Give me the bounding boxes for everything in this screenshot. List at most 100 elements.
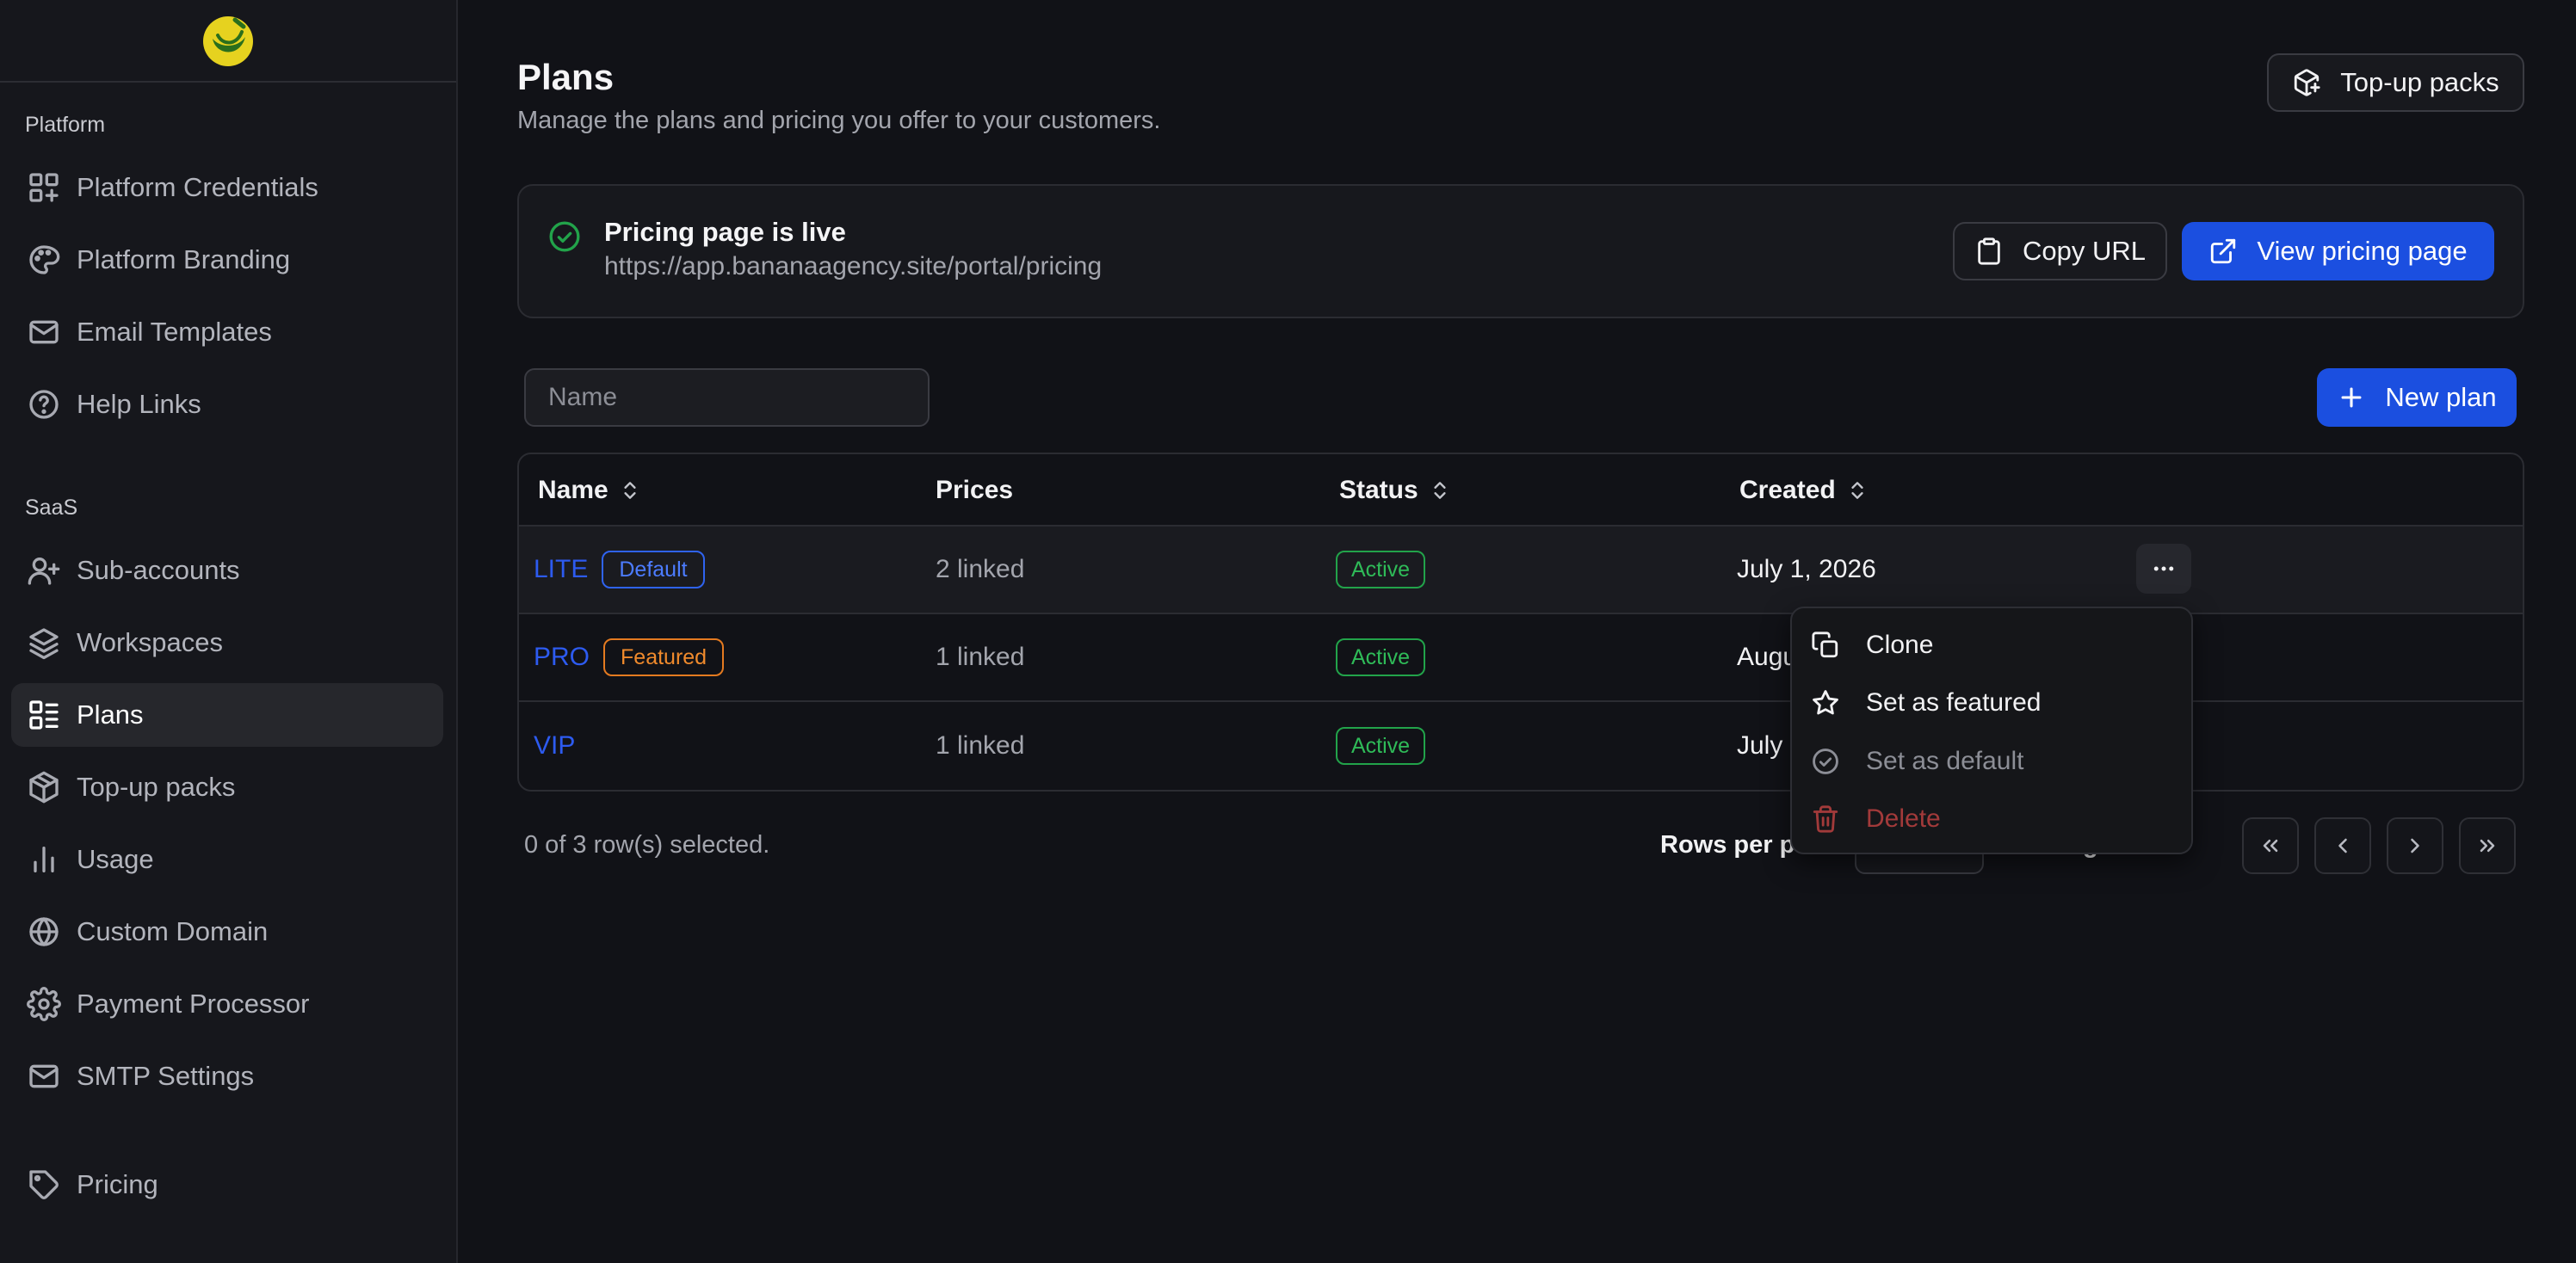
column-header-name[interactable]: Name (538, 454, 641, 527)
menu-item-clone[interactable]: Clone (1811, 619, 2176, 672)
sidebar-item-label: Custom Domain (77, 916, 269, 946)
sidebar-item-label: Top-up packs (77, 772, 236, 802)
plan-name-cell: LITE Default (534, 527, 705, 613)
sidebar-item-label: Plans (77, 699, 144, 730)
featured-badge: Featured (603, 638, 725, 676)
external-link-icon (2211, 238, 2236, 264)
sidebar-item-usage[interactable]: Usage (11, 828, 443, 891)
section-label-saas: SaaS (25, 496, 78, 520)
bar-chart-icon (34, 847, 54, 872)
rows-per-page-label: Rows per pa (1660, 831, 1809, 859)
plan-name-link[interactable]: PRO (534, 643, 590, 672)
top-up-packs-button[interactable]: Top-up packs (2267, 53, 2524, 112)
logo-bar (0, 0, 456, 83)
prices-linked: 2 linked (936, 555, 1025, 583)
banana-logo-icon[interactable] (201, 13, 256, 68)
mail-icon (29, 320, 59, 344)
plan-name-cell: VIP (534, 702, 575, 790)
plan-name-link[interactable]: VIP (534, 731, 575, 761)
tag-icon (29, 1170, 59, 1199)
mail-icon (29, 1064, 59, 1088)
gear-icon (27, 987, 61, 1021)
column-header-created[interactable]: Created (1739, 454, 1869, 527)
status-cell: Active (1336, 614, 1426, 700)
sidebar-item-label: Payment Processor (77, 989, 310, 1019)
prices-linked: 1 linked (936, 643, 1025, 671)
list-icon (29, 700, 59, 730)
view-pricing-page-label: View pricing page (2257, 236, 2468, 266)
sort-icon (1434, 482, 1446, 499)
sidebar-item-platform-branding[interactable]: Platform Branding (11, 228, 443, 292)
top-up-packs-label: Top-up packs (2340, 67, 2499, 97)
sidebar-item-payment-processor[interactable]: Payment Processor (11, 972, 443, 1036)
default-badge: Default (602, 551, 705, 588)
sidebar-item-sub-accounts[interactable]: Sub-accounts (11, 539, 443, 602)
grid-plus-icon (29, 173, 59, 202)
first-page-button[interactable] (2242, 817, 2299, 874)
copy-icon (1812, 632, 1838, 658)
sidebar-item-smtp-settings[interactable]: SMTP Settings (11, 1044, 443, 1108)
copy-url-button[interactable]: Copy URL (1953, 222, 2167, 280)
status-cell: Active (1336, 527, 1426, 613)
sidebar-item-platform-credentials[interactable]: Platform Credentials (11, 156, 443, 219)
sidebar-item-workspaces[interactable]: Workspaces (11, 611, 443, 675)
sidebar-item-label: Usage (77, 844, 154, 874)
created-date: Augu (1737, 643, 1798, 671)
sort-icon (1851, 482, 1863, 499)
pricing-live-title: Pricing page is live (604, 217, 846, 247)
table-row[interactable]: VIP 1 linked Active July (519, 702, 2523, 790)
menu-item-delete[interactable]: Delete (1811, 792, 2176, 846)
copy-url-label: Copy URL (2023, 236, 2146, 266)
menu-item-set-as-featured[interactable]: Set as featured (1811, 676, 2176, 730)
sort-icon (624, 482, 636, 499)
status-cell: Active (1336, 702, 1426, 790)
chevron-right-icon (2411, 838, 2419, 853)
sidebar-item-label: Platform Credentials (77, 172, 318, 202)
new-plan-button[interactable]: New plan (2317, 368, 2517, 427)
table-row[interactable]: PRO Featured 1 linked Active Augu (519, 614, 2523, 702)
selection-count: 0 of 3 row(s) selected. (524, 831, 770, 859)
star-icon (1813, 690, 1838, 715)
sidebar-item-pricing[interactable]: Pricing (11, 1153, 443, 1217)
new-plan-label: New plan (2385, 382, 2497, 412)
clipboard-icon (1978, 237, 2000, 265)
plan-name-link[interactable]: LITE (534, 555, 588, 584)
package-plus-icon (2295, 69, 2320, 96)
globe-icon (29, 917, 59, 946)
chevron-left-icon (2338, 838, 2347, 853)
section-label-platform: Platform (25, 113, 106, 137)
sidebar-item-label: Pricing (77, 1169, 158, 1199)
plan-name-cell: PRO Featured (534, 614, 725, 700)
pricing-page-url: https://app.bananaagency.site/portal/pri… (604, 252, 1103, 280)
package-icon (29, 771, 59, 804)
last-page-button[interactable] (2459, 817, 2516, 874)
name-filter-input[interactable] (524, 368, 930, 427)
row-actions-button[interactable] (2136, 544, 2191, 594)
help-circle-icon (29, 390, 59, 419)
prices-linked: 1 linked (936, 731, 1025, 760)
view-pricing-page-button[interactable]: View pricing page (2182, 222, 2494, 280)
sidebar-item-label: Platform Branding (77, 244, 291, 274)
status-badge: Active (1336, 551, 1426, 588)
table-row[interactable]: LITE Default 2 linked Active July 1, 202… (519, 527, 2523, 614)
chevrons-left-icon (2263, 839, 2278, 853)
page-title: Plans (517, 57, 615, 97)
sidebar-item-label: Workspaces (77, 627, 223, 657)
sidebar-item-help-links[interactable]: Help Links (11, 373, 443, 436)
sidebar-item-email-templates[interactable]: Email Templates (11, 300, 443, 364)
status-badge: Active (1336, 638, 1426, 676)
palette-icon (29, 245, 60, 274)
sidebar-item-label: Help Links (77, 389, 201, 419)
next-page-button[interactable] (2387, 817, 2443, 874)
sidebar-item-label: Email Templates (77, 317, 272, 347)
layers-icon (29, 628, 59, 660)
column-header-prices: Prices (936, 476, 1014, 504)
column-header-status[interactable]: Status (1339, 454, 1451, 527)
sidebar-item-plans[interactable]: Plans (11, 683, 443, 747)
row-actions-menu: Clone Set as featured Set as default Del… (1790, 607, 2193, 854)
sidebar-item-top-up-packs[interactable]: Top-up packs (11, 755, 443, 819)
created-date: July (1737, 731, 1783, 760)
previous-page-button[interactable] (2314, 817, 2371, 874)
sidebar-item-custom-domain[interactable]: Custom Domain (11, 900, 443, 964)
sidebar-item-label: Sub-accounts (77, 555, 240, 585)
